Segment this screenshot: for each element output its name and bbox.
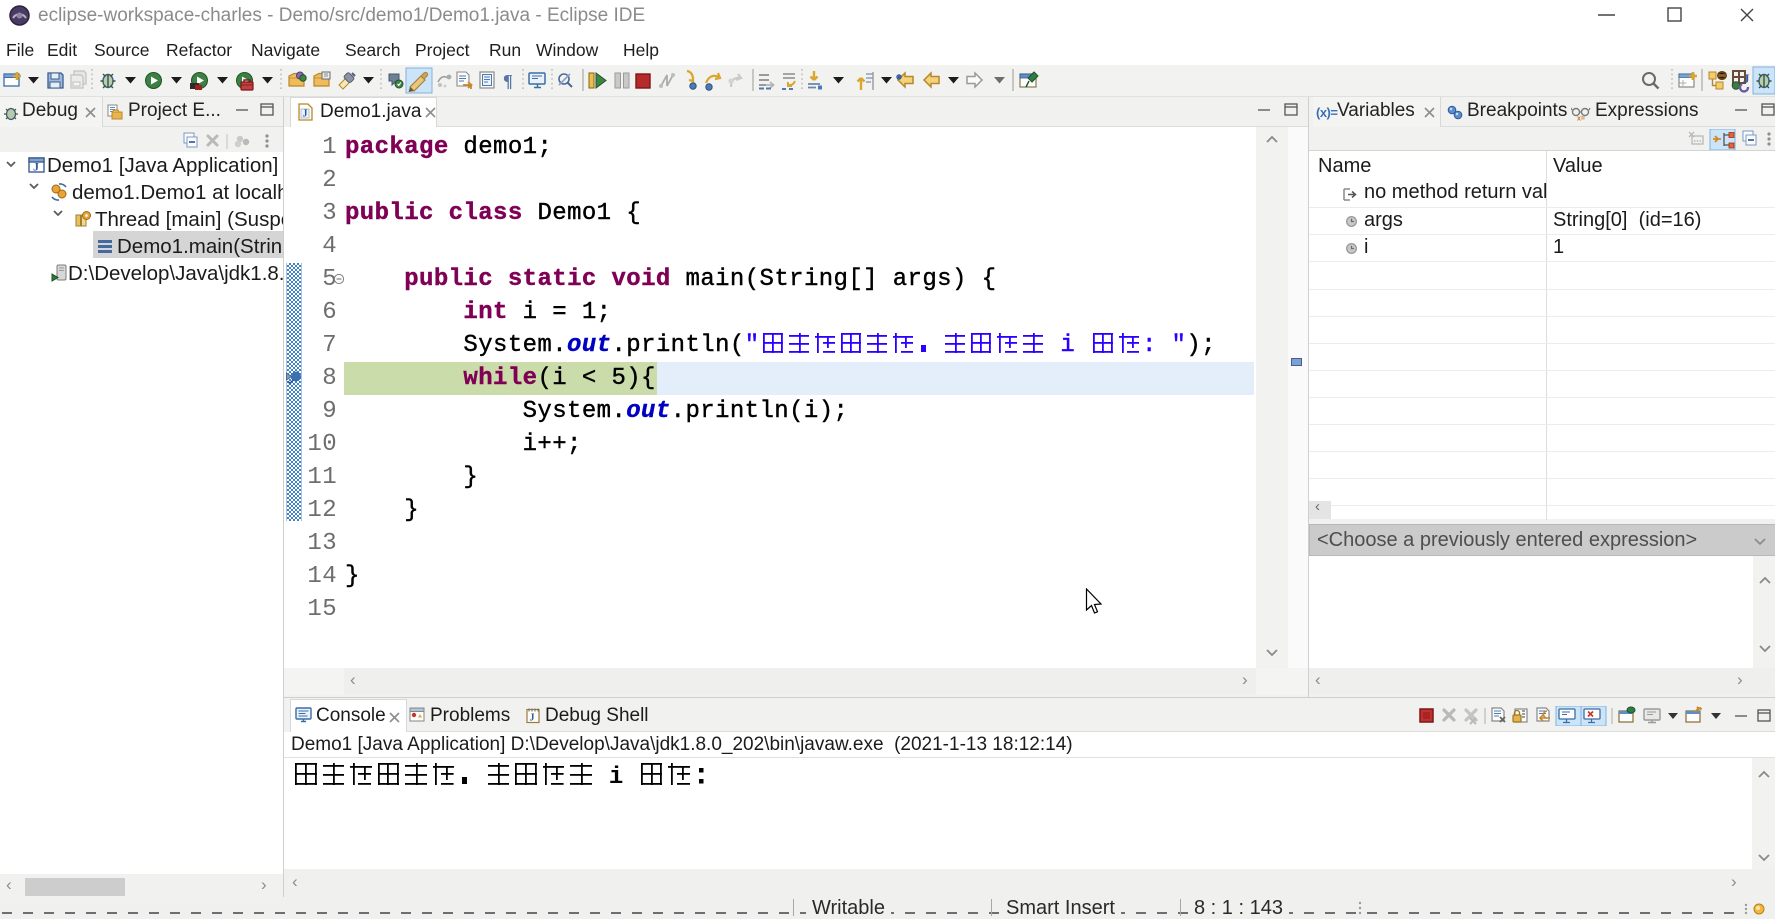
svg-text:J: J xyxy=(1743,71,1750,86)
svg-text:x=: x= xyxy=(1577,116,1585,122)
svg-text:¶: ¶ xyxy=(503,71,513,91)
svg-text:J: J xyxy=(530,713,535,724)
svg-text:J: J xyxy=(303,109,308,120)
svg-text:J: J xyxy=(33,160,39,174)
